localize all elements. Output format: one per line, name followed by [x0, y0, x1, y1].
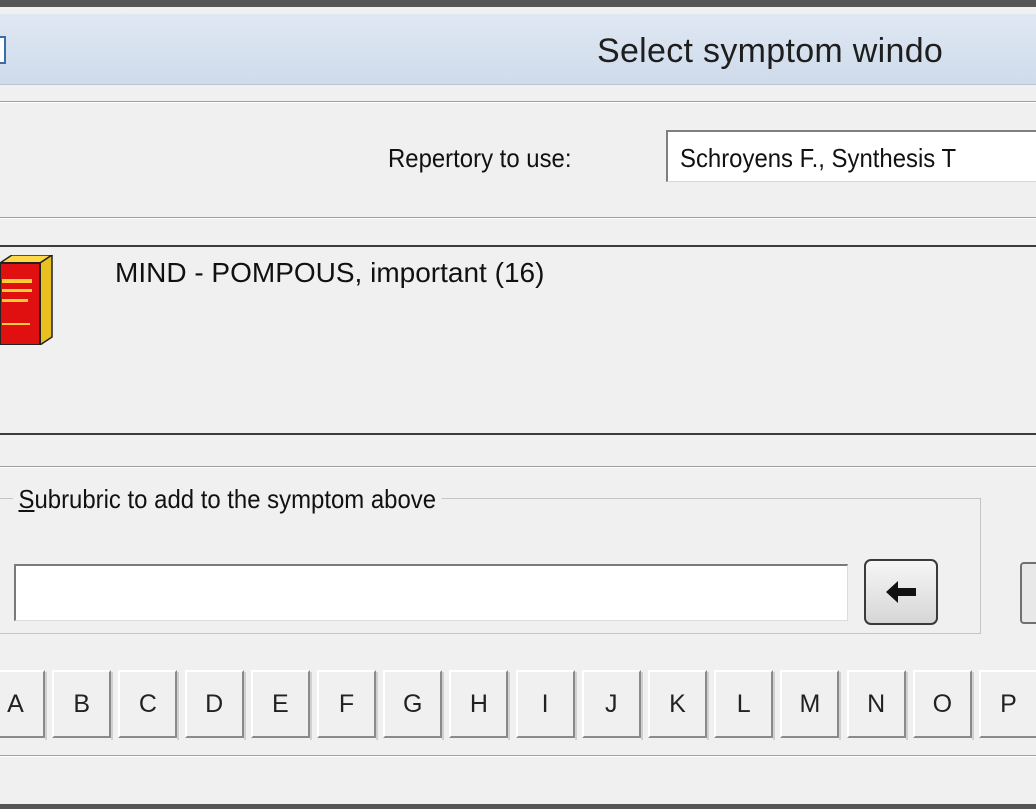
letter-button-c[interactable]: C: [118, 670, 180, 740]
subrubric-legend: Subrubric to add to the symptom above: [13, 484, 442, 515]
letter-button-f[interactable]: F: [317, 670, 378, 740]
symptom-text: MIND - POMPOUS, important (16): [115, 257, 545, 288]
letter-button-a[interactable]: A: [0, 670, 47, 740]
window-title: Select symptom windo: [597, 32, 944, 70]
subrubric-legend-accel: S: [18, 484, 35, 514]
repertory-selected-value: Schroyens F., Synthesis T: [680, 143, 957, 173]
divider: [0, 101, 1036, 103]
left-arrow-icon: [886, 581, 916, 603]
letter-button-j[interactable]: J: [581, 670, 643, 740]
title-bar: Select symptom windo: [0, 14, 1036, 85]
letter-button-d[interactable]: D: [184, 670, 246, 740]
add-subrubric-button[interactable]: [864, 559, 938, 625]
letter-button-k[interactable]: K: [648, 670, 709, 740]
divider: [0, 755, 1036, 757]
letter-button-h[interactable]: H: [449, 670, 511, 740]
letter-button-e[interactable]: E: [250, 670, 312, 740]
divider: [0, 466, 1036, 468]
window-menu-icon[interactable]: [0, 36, 6, 64]
letter-button-l[interactable]: L: [714, 670, 776, 740]
letter-button-o[interactable]: O: [912, 670, 974, 740]
side-button[interactable]: [1020, 562, 1036, 624]
letter-button-i[interactable]: I: [515, 670, 577, 740]
letter-button-n[interactable]: N: [846, 670, 908, 740]
letter-button-p[interactable]: P: [979, 670, 1036, 738]
repertory-dropdown[interactable]: Schroyens F., Synthesis T: [666, 130, 1036, 182]
repertory-label: Repertory to use:: [388, 143, 572, 173]
book-icon: [0, 255, 54, 345]
letter-button-b[interactable]: B: [52, 670, 114, 740]
subrubric-input[interactable]: [14, 564, 848, 621]
letter-button-m[interactable]: M: [780, 670, 842, 740]
divider: [0, 217, 1036, 219]
subrubric-legend-text: ubrubric to add to the symptom above: [34, 484, 437, 514]
select-symptom-window: Select symptom windo Repertory to use: S…: [0, 0, 1036, 809]
letter-button-g[interactable]: G: [383, 670, 445, 740]
